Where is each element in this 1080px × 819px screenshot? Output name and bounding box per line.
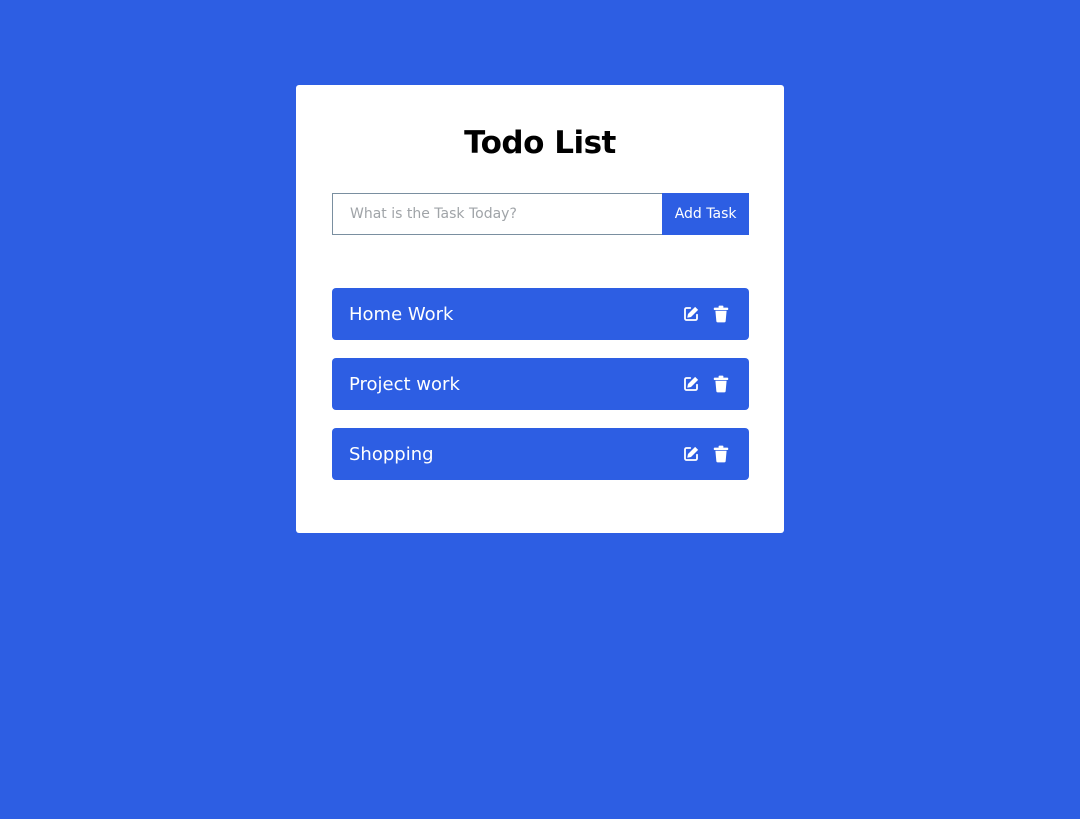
edit-icon[interactable] [680, 373, 702, 395]
trash-icon[interactable] [710, 373, 732, 395]
task-label: Home Work [349, 303, 454, 325]
task-label: Shopping [349, 443, 434, 465]
task-item: Project work [332, 358, 749, 410]
task-label: Project work [349, 373, 460, 395]
task-input[interactable] [332, 193, 663, 235]
task-item: Home Work [332, 288, 749, 340]
page-title: Todo List [464, 125, 616, 161]
task-item: Shopping [332, 428, 749, 480]
edit-icon[interactable] [680, 443, 702, 465]
edit-icon[interactable] [680, 303, 702, 325]
task-form: Add Task [332, 193, 749, 235]
trash-icon[interactable] [710, 303, 732, 325]
trash-icon[interactable] [710, 443, 732, 465]
add-task-button[interactable]: Add Task [662, 193, 749, 235]
todo-card: Todo List Add Task Home Work Proje [296, 85, 784, 533]
task-list: Home Work Project work Shopping [332, 288, 749, 498]
